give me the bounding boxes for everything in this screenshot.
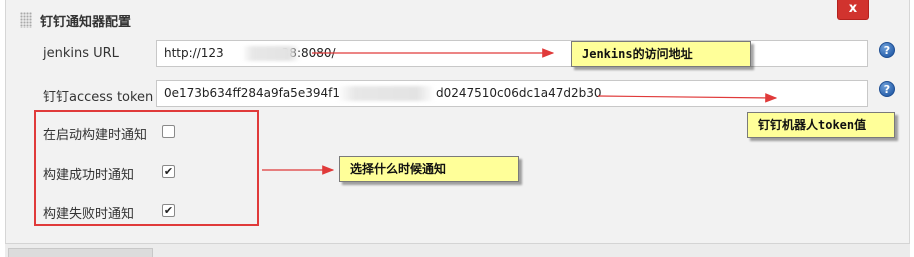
token-callout: 钉钉机器人token值	[747, 112, 895, 138]
jenkins-url-callout: Jenkins的访问地址	[571, 41, 751, 67]
notify-callout: 选择什么时候通知	[339, 156, 519, 182]
arrow-to-token-note	[597, 93, 778, 103]
